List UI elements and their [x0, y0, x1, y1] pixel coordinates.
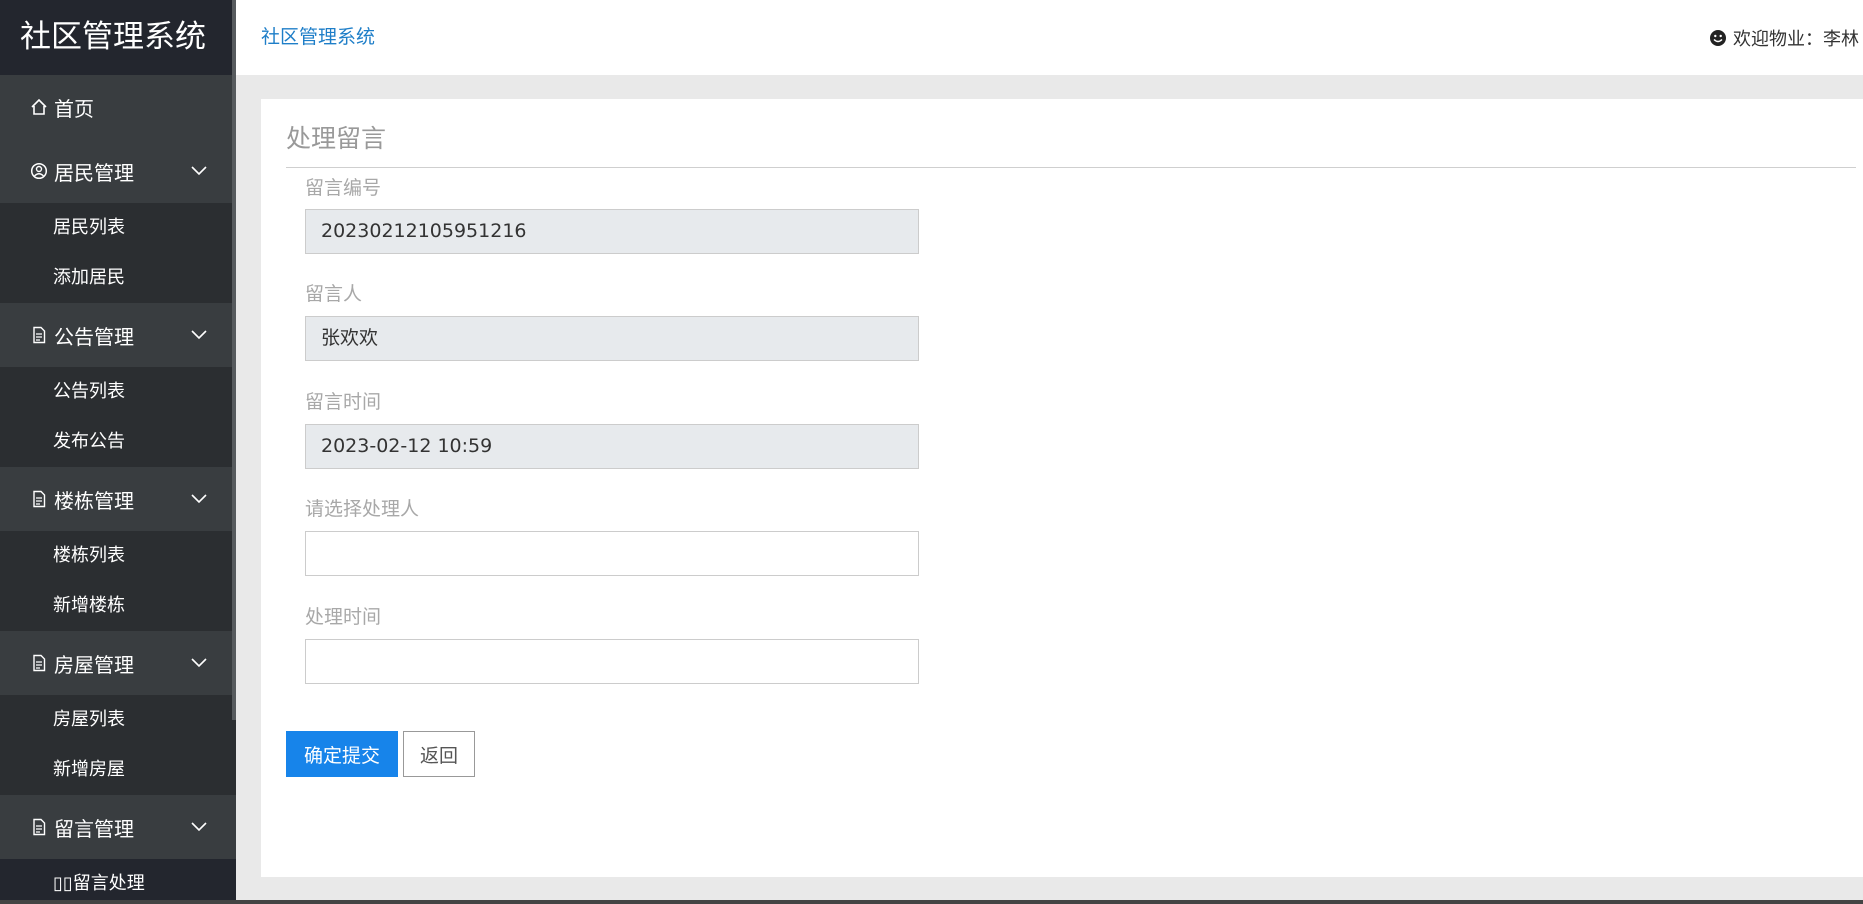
message-time-label: 留言时间 [305, 391, 382, 413]
sidebar-item-label: 首页 [54, 96, 94, 121]
handler-field[interactable] [305, 531, 919, 576]
page-title: 处理留言 [286, 124, 387, 153]
sidebar-item-add-house[interactable]: 新增房屋 [0, 745, 236, 795]
sidebar-group-label: 公告管理 [54, 324, 134, 349]
message-id-label: 留言编号 [305, 177, 382, 199]
message-author-label: 留言人 [305, 283, 363, 305]
message-author-field[interactable] [305, 316, 919, 361]
sidebar-item-add-resident[interactable]: 添加居民 [0, 253, 236, 303]
content-card: 处理留言 留言编号 留言人 留言时间 请选择处理人 处理时间 确定提交 返回 [261, 99, 1863, 877]
sidebar-item-add-building[interactable]: 新增楼栋 [0, 581, 236, 631]
chevron-down-icon [191, 658, 207, 668]
document-icon [33, 490, 46, 508]
sidebar-group-residents[interactable]: 居民管理 [0, 139, 236, 203]
document-icon [33, 654, 46, 672]
home-icon [31, 98, 47, 115]
sidebar-group-messages[interactable]: 留言管理 [0, 795, 236, 859]
sidebar-group-houses[interactable]: 房屋管理 [0, 631, 236, 695]
message-id-field[interactable] [305, 209, 919, 254]
chevron-down-icon [191, 330, 207, 340]
sidebar-item-house-list[interactable]: 房屋列表 [0, 695, 236, 745]
sidebar-item-notice-list[interactable]: 公告列表 [0, 367, 236, 417]
back-button[interactable]: 返回 [403, 731, 475, 777]
handle-time-field[interactable] [305, 639, 919, 684]
sidebar-group-label: 房屋管理 [54, 652, 134, 677]
sidebar-item-resident-list[interactable]: 居民列表 [0, 203, 236, 253]
document-icon [33, 326, 46, 344]
sidebar: 社区管理系统 首页 居民管理 居民列表 添加居民 公告管理 公告列表 发布公告 [0, 0, 236, 904]
top-header: 社区管理系统 欢迎物业：李林 [236, 0, 1863, 75]
submit-button[interactable]: 确定提交 [286, 731, 398, 777]
sidebar-item-handle-message[interactable]: ▯▯留言处理 [0, 859, 236, 904]
user-welcome-text: 欢迎物业：李林 [1733, 29, 1859, 50]
sidebar-item-publish-notice[interactable]: 发布公告 [0, 417, 236, 467]
bottom-border [0, 900, 1863, 904]
sidebar-scrollbar[interactable] [232, 0, 236, 720]
sidebar-group-label: 居民管理 [54, 160, 134, 185]
document-icon [33, 818, 46, 836]
message-time-field[interactable] [305, 424, 919, 469]
chevron-down-icon [191, 822, 207, 832]
chevron-down-icon [191, 166, 207, 176]
sidebar-group-label: 留言管理 [54, 816, 134, 841]
user-circle-icon [30, 162, 48, 180]
sidebar-item-home[interactable]: 首页 [0, 75, 236, 139]
brand-title: 社区管理系统 [0, 0, 236, 75]
handler-label: 请选择处理人 [305, 498, 420, 520]
breadcrumb[interactable]: 社区管理系统 [261, 22, 375, 49]
sidebar-group-notices[interactable]: 公告管理 [0, 303, 236, 367]
handle-time-label: 处理时间 [305, 606, 382, 628]
sidebar-group-label: 楼栋管理 [54, 488, 134, 513]
title-divider [286, 167, 1856, 168]
chevron-down-icon [191, 494, 207, 504]
user-menu[interactable]: 欢迎物业：李林 [1709, 25, 1859, 51]
smiley-icon [1710, 30, 1726, 46]
sidebar-group-buildings[interactable]: 楼栋管理 [0, 467, 236, 531]
sidebar-item-building-list[interactable]: 楼栋列表 [0, 531, 236, 581]
